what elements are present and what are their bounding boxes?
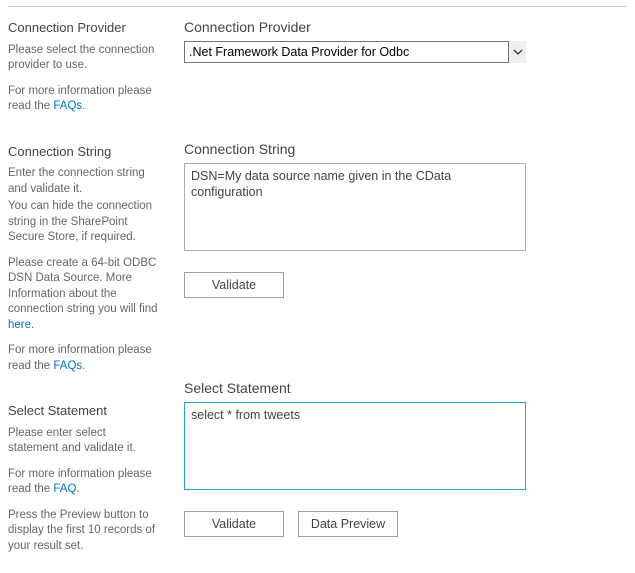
validate-connection-string-button[interactable]: Validate (184, 272, 284, 298)
help-select-statement: Select Statement Please enter select sta… (8, 402, 158, 554)
connection-string-buttons: Validate (184, 272, 627, 298)
select-statement-input[interactable] (184, 402, 526, 490)
label-connection-provider: Connection Provider (184, 19, 627, 35)
help-text-connection-provider: Please select the connection provider to… (8, 43, 158, 74)
faq-link-select-statement[interactable]: FAQ (53, 483, 76, 495)
left-help-column: Connection Provider Please select the co… (8, 19, 178, 565)
right-form-column: Connection Provider .Net Framework Data … (178, 19, 627, 565)
help-title-select-statement: Select Statement (8, 402, 158, 420)
form-container: Connection Provider Please select the co… (0, 7, 635, 573)
faqs-link-connection-provider[interactable]: FAQs (53, 100, 82, 112)
spacer (184, 298, 627, 380)
faqs-link-connection-string[interactable]: FAQs (53, 360, 82, 372)
help-text-ss-1: Please enter select statement and valida… (8, 426, 158, 457)
help-cs3-prefix: Please create a 64-bit ODBC DSN Data Sou… (8, 257, 158, 316)
select-statement-buttons: Validate Data Preview (184, 511, 627, 537)
help-text-ss-3: Press the Preview button to display the … (8, 508, 158, 555)
spacer (184, 63, 627, 141)
connection-provider-select-wrap: .Net Framework Data Provider for Odbc (184, 41, 526, 63)
help-text-cs-2: You can hide the connection string in th… (8, 199, 158, 246)
validate-select-statement-button[interactable]: Validate (184, 511, 284, 537)
help-more-connection-provider: For more information please read the FAQ… (8, 84, 158, 115)
label-select-statement: Select Statement (184, 380, 627, 396)
help-more-select-statement: For more information please read the FAQ… (8, 467, 158, 498)
here-link-connection-string[interactable]: here (8, 319, 31, 331)
connection-string-input[interactable] (184, 163, 526, 251)
data-preview-button[interactable]: Data Preview (298, 511, 398, 537)
help-text-cs-3: Please create a 64-bit ODBC DSN Data Sou… (8, 256, 158, 334)
help-title-connection-string: Connection String (8, 143, 158, 161)
help-more-connection-string: For more information please read the FAQ… (8, 343, 158, 374)
connection-provider-select[interactable]: .Net Framework Data Provider for Odbc (184, 41, 526, 63)
help-connection-string: Connection String Enter the connection s… (8, 143, 158, 375)
label-connection-string: Connection String (184, 141, 627, 157)
help-more-prefix-ss: For more information please read the (8, 468, 152, 496)
help-title-connection-provider: Connection Provider (8, 19, 158, 37)
help-text-cs-1: Enter the connection string and validate… (8, 166, 158, 197)
help-connection-provider: Connection Provider Please select the co… (8, 19, 158, 115)
